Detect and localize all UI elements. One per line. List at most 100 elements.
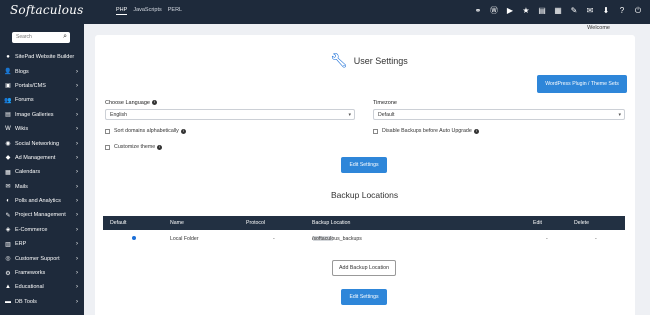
list-icon[interactable]: ▤: [536, 5, 548, 17]
sidebar-item-label: Image Galleries: [15, 111, 54, 118]
sidebar-item[interactable]: ▤ Image Galleries ›: [0, 108, 84, 122]
category-icon: ▣: [5, 83, 11, 90]
category-icon: ▬: [5, 298, 11, 305]
chevron-right-icon: ›: [76, 255, 78, 262]
sidebar-item-label: Polls and Analytics: [15, 198, 61, 205]
category-icon: ▲: [5, 284, 11, 291]
search-placeholder: Search: [16, 34, 32, 40]
sidebar-item[interactable]: 👥 Forums ›: [0, 93, 84, 107]
sidebar-item[interactable]: ✎ Project Management ›: [0, 208, 84, 222]
sidebar-item[interactable]: ▲ Educational ›: [0, 280, 84, 294]
sidebar-item[interactable]: ⚙ Frameworks ›: [0, 266, 84, 280]
sidebar-item[interactable]: ✉ Mails ›: [0, 180, 84, 194]
col-name: Name: [170, 220, 184, 226]
table-icon[interactable]: ▦: [552, 5, 564, 17]
default-radio[interactable]: [132, 236, 136, 240]
tab-javascripts[interactable]: JavaScripts: [133, 7, 161, 15]
sidebar-item[interactable]: ◎ Customer Support ›: [0, 251, 84, 265]
table-row: Local Folder - /home//softaculous_backup…: [103, 232, 625, 246]
backup-protocol: -: [273, 236, 275, 242]
disable-backups-label: Disable Backups before Auto Upgrade: [382, 128, 472, 134]
chevron-right-icon: ›: [76, 169, 78, 176]
cpanel-icon[interactable]: ⚭: [472, 5, 484, 17]
category-icon: ▥: [5, 241, 11, 248]
sidebar-item[interactable]: ▥ ERP ›: [0, 237, 84, 251]
chevron-right-icon: ›: [76, 183, 78, 190]
sidebar-item-label: Project Management: [15, 212, 66, 219]
category-icon: ⚙: [5, 270, 11, 277]
search-icon[interactable]: ⌕: [63, 33, 67, 41]
add-backup-location-button[interactable]: Add Backup Location: [332, 260, 396, 276]
sidebar-item-label: DB Tools: [15, 298, 37, 305]
category-icon: ✉: [5, 184, 11, 191]
info-icon[interactable]: i: [157, 144, 163, 150]
category-icon: ▦: [5, 169, 11, 176]
col-edit: Edit: [533, 220, 542, 226]
sidebar-item-label: Forums: [15, 97, 34, 104]
sidebar-item-label: Educational: [15, 284, 44, 291]
top-bar: Softaculous PHP JavaScripts PERL ⚭ Ⓦ ▶ ★…: [0, 0, 650, 24]
disable-backups-option[interactable]: Disable Backups before Auto Upgrade i: [373, 128, 479, 134]
wordpress-plugin-theme-sets-button[interactable]: WordPress Plugin / Theme Sets: [537, 75, 627, 93]
timezone-select[interactable]: Default ▾: [373, 109, 625, 120]
category-icon: ◈: [5, 227, 11, 234]
search-input[interactable]: Search ⌕: [12, 32, 70, 43]
chevron-right-icon: ›: [76, 284, 78, 291]
welcome-text: Welcome: [587, 25, 610, 31]
disable-backups-checkbox[interactable]: [373, 128, 378, 134]
envelope-icon[interactable]: ✉: [584, 5, 596, 17]
sidebar-item-label: Social Networking: [15, 140, 60, 147]
sidebar-item[interactable]: ◉ Social Networking ›: [0, 136, 84, 150]
sidebar-item[interactable]: W Wikis ›: [0, 122, 84, 136]
sidebar: Search ⌕ ● SitePad Website Builder 👤 Blogs ›…: [0, 24, 84, 315]
power-icon[interactable]: ⏻: [632, 5, 644, 17]
language-select[interactable]: English ▾: [105, 109, 355, 120]
sidebar-item-label: SitePad Website Builder: [15, 54, 75, 61]
sidebar-item-label: Frameworks: [15, 270, 46, 277]
wrench-icon[interactable]: ✎: [568, 5, 580, 17]
info-icon[interactable]: i: [473, 128, 479, 134]
help-icon[interactable]: ?: [616, 5, 628, 17]
customize-theme-checkbox[interactable]: [105, 144, 110, 150]
chevron-down-icon: ▾: [618, 111, 621, 118]
chevron-right-icon: ›: [76, 126, 78, 133]
sidebar-item[interactable]: ◐ Polls and Analytics ›: [0, 194, 84, 208]
backup-edit[interactable]: -: [546, 236, 548, 242]
star-icon[interactable]: ★: [520, 5, 532, 17]
sidebar-item[interactable]: ◆ Ad Management ›: [0, 151, 84, 165]
sidebar-item[interactable]: ● SitePad Website Builder: [0, 50, 84, 64]
category-icon: ✎: [5, 212, 11, 219]
sort-domains-checkbox[interactable]: [105, 128, 110, 134]
download-icon[interactable]: ⬇: [600, 5, 612, 17]
wordpress-icon[interactable]: Ⓦ: [488, 5, 500, 17]
sidebar-item[interactable]: ▣ Portals/CMS ›: [0, 79, 84, 93]
edit-settings-button[interactable]: Edit Settings: [341, 157, 387, 173]
play-icon[interactable]: ▶: [504, 5, 516, 17]
chevron-right-icon: ›: [76, 140, 78, 147]
chevron-right-icon: ›: [76, 198, 78, 205]
sidebar-item[interactable]: ▬ DB Tools ›: [0, 295, 84, 309]
info-icon[interactable]: i: [151, 100, 157, 106]
sidebar-item[interactable]: 👤 Blogs ›: [0, 64, 84, 78]
customize-theme-option[interactable]: Customize theme i: [105, 144, 163, 150]
sidebar-item[interactable]: ◈ E-Commerce ›: [0, 223, 84, 237]
edit-settings-button-bottom[interactable]: Edit Settings: [341, 289, 387, 305]
chevron-right-icon: ›: [76, 212, 78, 219]
backup-delete[interactable]: -: [595, 236, 597, 242]
chevron-right-icon: ›: [76, 154, 78, 161]
category-icon: ▤: [5, 112, 11, 119]
sidebar-item-label: Wikis: [15, 126, 29, 133]
category-list: ● SitePad Website Builder 👤 Blogs › ▣ Portals/…: [0, 50, 84, 309]
category-icon: ◎: [5, 256, 11, 263]
softaculous-logo[interactable]: Softaculous: [10, 3, 83, 17]
chevron-right-icon: ›: [76, 270, 78, 277]
col-backup-location: Backup Location: [312, 220, 351, 226]
tab-perl[interactable]: PERL: [168, 7, 182, 15]
info-icon[interactable]: i: [180, 128, 186, 134]
sidebar-item-label: Mails: [15, 183, 28, 190]
sort-domains-option[interactable]: Sort domains alphabetically i: [105, 128, 186, 134]
chevron-right-icon: ›: [76, 226, 78, 233]
tab-php[interactable]: PHP: [116, 7, 128, 15]
sidebar-item-label: Blogs: [15, 68, 29, 75]
sidebar-item[interactable]: ▦ Calendars ›: [0, 165, 84, 179]
